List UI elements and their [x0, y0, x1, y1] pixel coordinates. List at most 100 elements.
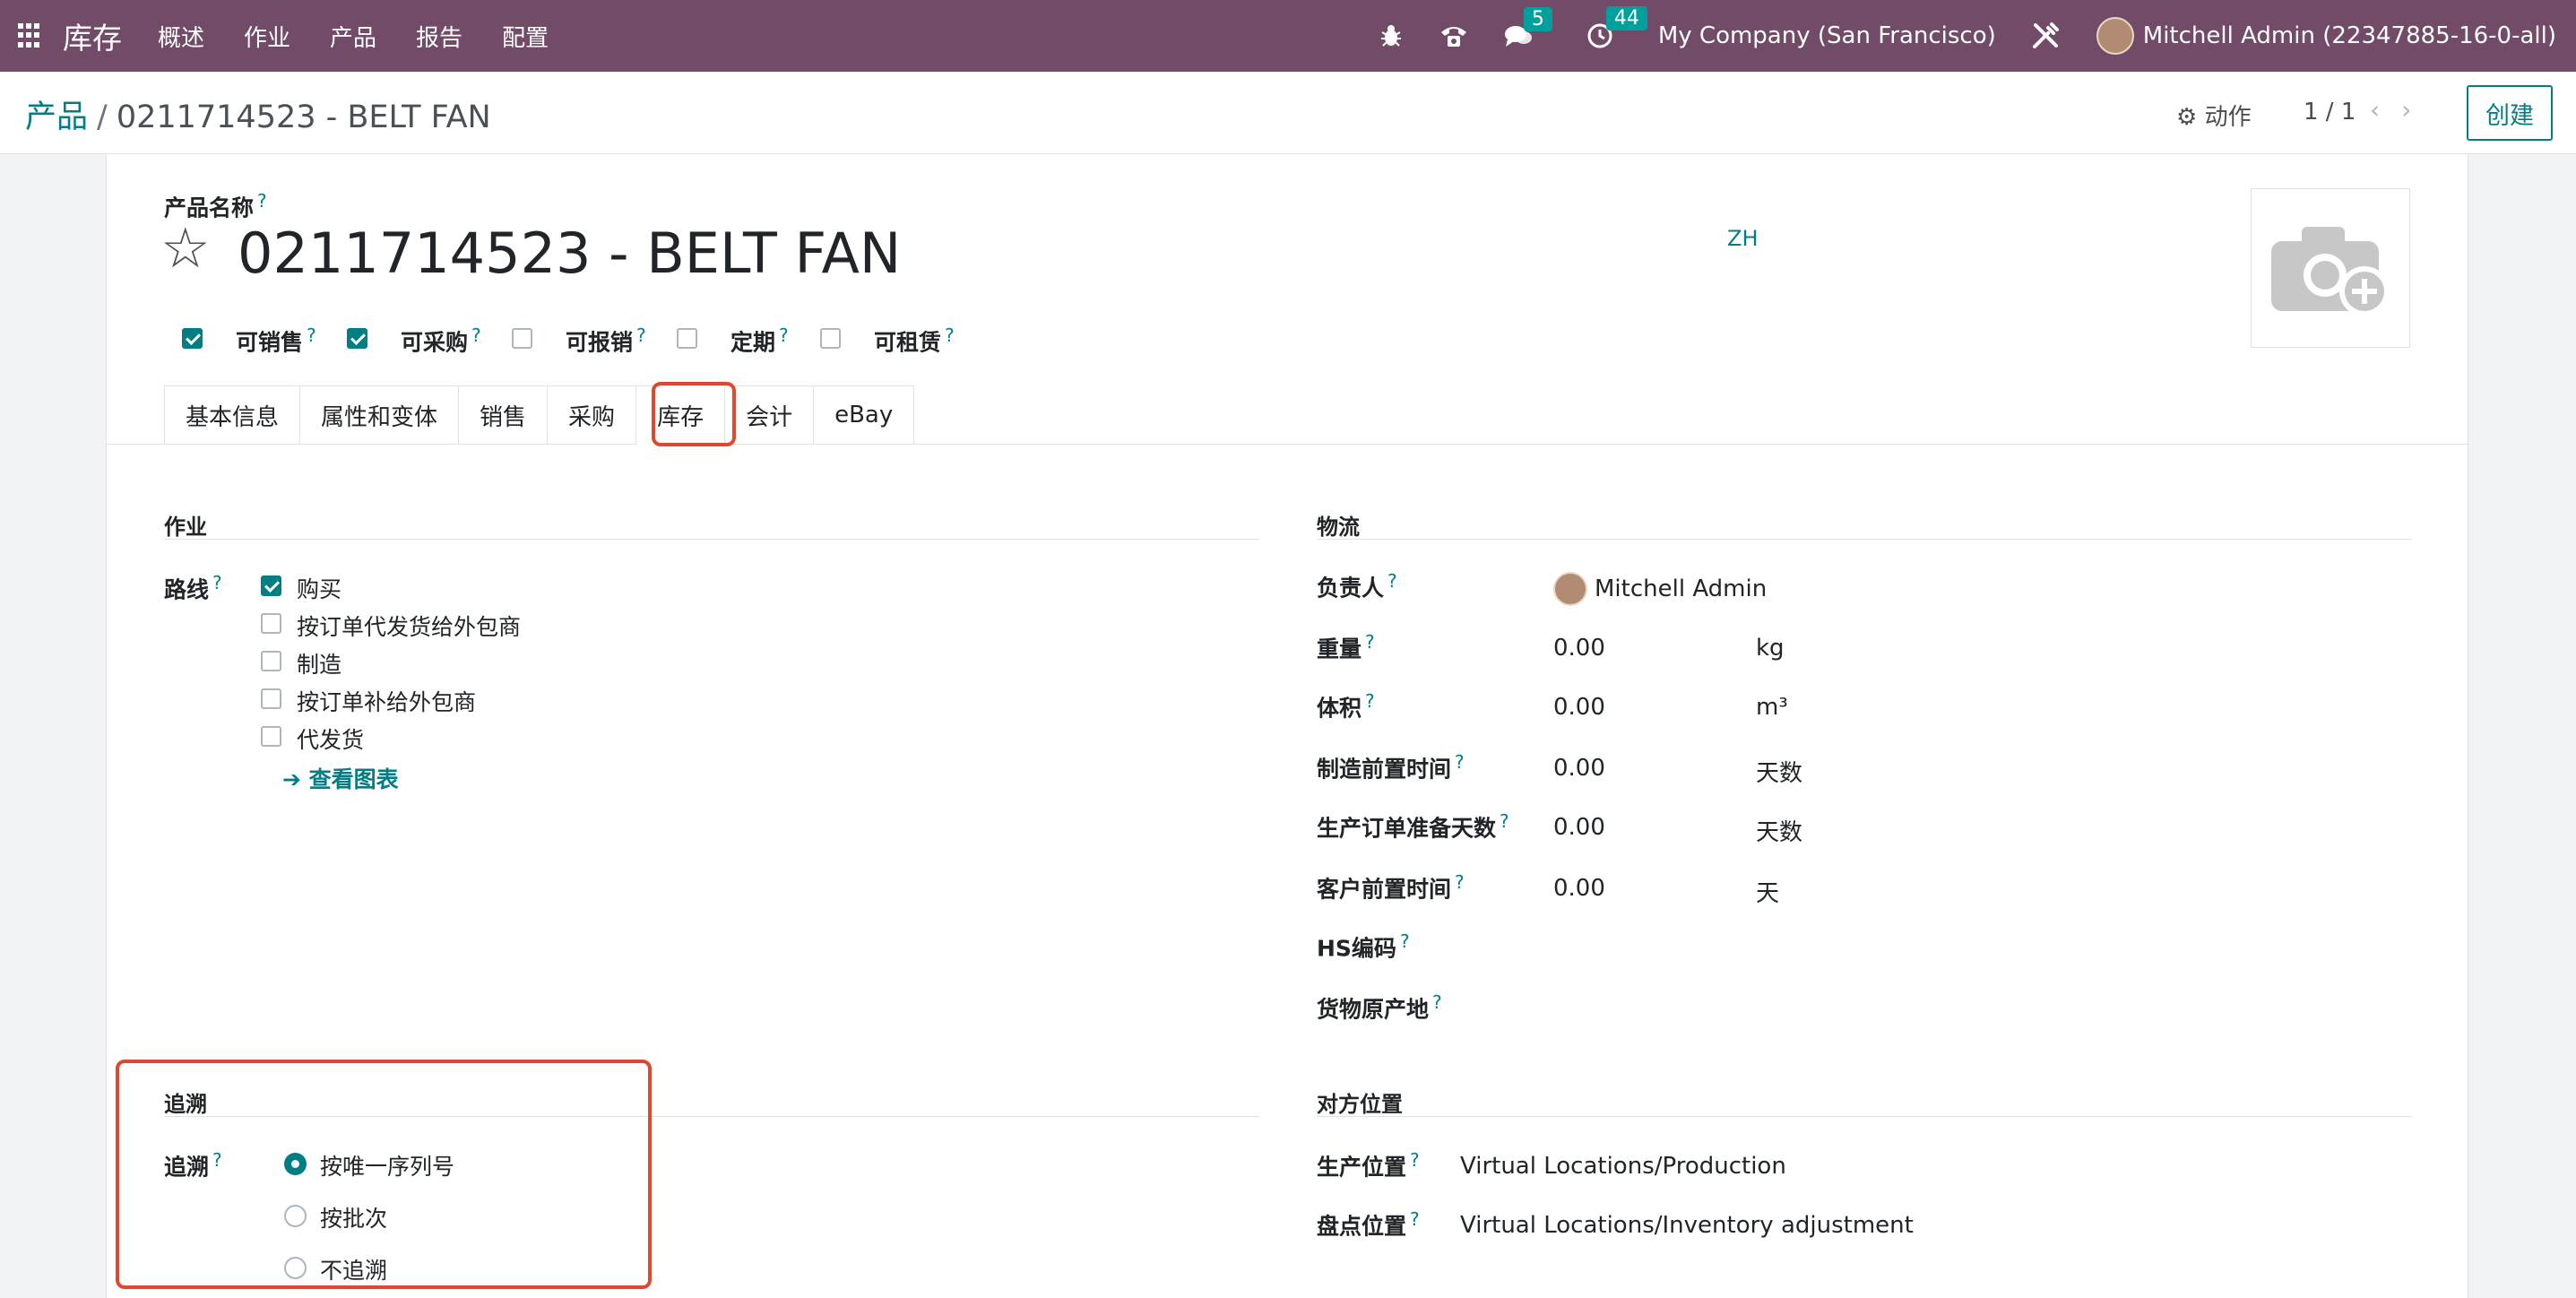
menu-reporting[interactable]: 报告 [416, 20, 462, 53]
responsible-field[interactable]: Mitchell Admin [1595, 575, 1767, 602]
product-name-field[interactable]: 0211714523 - BELT FAN [238, 221, 901, 286]
form-sheet: 产品名称? ☆ 0211714523 - BELT FAN ZH 可销售? 可采… [106, 154, 2469, 1298]
responsible-label: 负责人? [1317, 570, 1397, 601]
activities-badge: 44 [1605, 6, 1647, 30]
tab-purchase[interactable]: 采购 [547, 385, 636, 445]
notebook-tabs: 基本信息 属性和变体 销售 采购 库存 会计 eBay [164, 385, 915, 445]
messages-icon[interactable]: 5 [1504, 7, 1552, 48]
inventory-location-label: 盘点位置? [1317, 1208, 1420, 1240]
manufacturing-lead-label: 制造前置时间? [1317, 751, 1465, 783]
weight-label: 重量? [1317, 631, 1375, 662]
purchase-ok-label: 可采购? [401, 324, 481, 356]
debug-bug-icon[interactable] [1379, 23, 1404, 48]
user-avatar[interactable] [2096, 17, 2134, 55]
prep-days-unit: 天数 [1756, 819, 1803, 846]
menu-operations[interactable]: 作业 [244, 20, 290, 53]
pager-arrows: ‹› [2370, 95, 2433, 125]
counterpart-rule [1317, 1116, 2412, 1117]
hs-code-field[interactable] [1553, 930, 2091, 963]
weight-unit: kg [1756, 635, 1785, 662]
prep-days-label: 生产订单准备天数? [1317, 810, 1509, 842]
top-navbar: 库存 概述 作业 产品 报告 配置 5 44 My Company (San F… [0, 0, 2576, 72]
route-dropship-label: 代发货 [297, 727, 365, 753]
language-button[interactable]: ZH [1727, 226, 1759, 251]
prep-days-field[interactable]: 0.00 [1553, 814, 1605, 841]
route-dropship-subcontractor-label: 按订单代发货给外包商 [297, 614, 522, 640]
route-resupply-subcontractor-checkbox[interactable] [261, 688, 281, 709]
actions-label: 动作 [2204, 104, 2252, 131]
volume-field[interactable]: 0.00 [1553, 694, 1605, 721]
rent-ok-checkbox[interactable] [820, 328, 841, 349]
breadcrumb-products-link[interactable]: 产品 [25, 100, 88, 135]
origin-country-field[interactable] [1553, 991, 2091, 1024]
control-panel: 产品/0211714523 - BELT FAN ⚙ 动作 1 / 1 ‹› 创… [0, 72, 2576, 154]
tab-sales[interactable]: 销售 [458, 385, 548, 445]
menu-products[interactable]: 产品 [330, 20, 376, 53]
recurring-label: 定期? [730, 324, 789, 356]
route-manufacture-checkbox[interactable] [261, 651, 281, 671]
activity-clock-icon[interactable]: 44 [1586, 6, 1647, 49]
routes-label: 路线? [164, 572, 222, 603]
tab-general-info[interactable]: 基本信息 [164, 385, 300, 445]
origin-country-label: 货物原产地? [1317, 991, 1442, 1023]
route-resupply-subcontractor-label: 按订单补给外包商 [297, 689, 477, 715]
breadcrumb-current: 0211714523 - BELT FAN [116, 100, 491, 135]
customer-lead-field[interactable]: 0.00 [1553, 875, 1605, 902]
app-brand[interactable]: 库存 [63, 14, 122, 57]
tab-accounting[interactable]: 会计 [724, 385, 814, 445]
operations-section-title: 作业 [164, 515, 207, 540]
volume-unit: m³ [1756, 694, 1788, 721]
recurring-checkbox[interactable] [677, 328, 697, 349]
company-switcher[interactable]: My Company (San Francisco) [1658, 22, 1996, 49]
inventory-location-field[interactable]: Virtual Locations/Inventory adjustment [1460, 1212, 1914, 1239]
pager-value[interactable]: 1 / 1 [2304, 99, 2356, 125]
view-diagram-link[interactable]: ➔ 查看图表 [282, 762, 399, 794]
arrow-right-icon: ➔ [282, 766, 309, 792]
production-location-field[interactable]: Virtual Locations/Production [1460, 1153, 1786, 1180]
operations-rule [164, 539, 1259, 540]
help-icon[interactable]: ? [257, 190, 267, 212]
chevron-right-icon[interactable]: › [2401, 95, 2433, 125]
sale-ok-label: 可销售? [236, 324, 316, 356]
manufacturing-lead-unit: 天数 [1756, 760, 1803, 787]
route-manufacture-label: 制造 [297, 652, 342, 678]
apps-menu-icon[interactable] [18, 23, 43, 48]
customer-lead-label: 客户前置时间? [1317, 871, 1465, 903]
inventory-tab-highlight [652, 382, 736, 446]
logistics-rule [1317, 539, 2412, 540]
production-location-label: 生产位置? [1317, 1149, 1420, 1181]
sale-ok-checkbox[interactable] [182, 328, 203, 349]
traceability-highlight [116, 1060, 652, 1289]
route-dropship-checkbox[interactable] [261, 726, 281, 747]
rent-ok-label: 可租赁? [874, 324, 955, 356]
actions-dropdown[interactable]: ⚙ 动作 [2176, 99, 2252, 132]
camera-add-icon [2271, 227, 2390, 316]
settings-tools-icon[interactable] [2030, 21, 2061, 51]
hs-code-label: HS编码? [1317, 930, 1410, 962]
route-dropship-subcontractor-checkbox[interactable] [261, 613, 281, 634]
expense-label: 可报销? [566, 324, 646, 356]
create-button[interactable]: 创建 [2467, 85, 2553, 141]
logistics-section-title: 物流 [1317, 515, 1360, 540]
breadcrumb: 产品/0211714523 - BELT FAN [25, 100, 491, 135]
customer-lead-unit: 天 [1756, 880, 1780, 907]
favorite-star-icon[interactable]: ☆ [160, 215, 211, 281]
messages-badge: 5 [1523, 7, 1552, 31]
product-image-upload[interactable] [2251, 188, 2410, 348]
counterpart-section-title: 对方位置 [1317, 1092, 1403, 1117]
manufacturing-lead-field[interactable]: 0.00 [1553, 755, 1605, 782]
purchase-ok-checkbox[interactable] [347, 328, 367, 349]
expense-checkbox[interactable] [512, 328, 532, 349]
tab-ebay[interactable]: eBay [813, 385, 915, 445]
responsible-avatar [1553, 572, 1587, 606]
route-buy-checkbox[interactable] [261, 575, 281, 596]
gear-icon: ⚙ [2176, 104, 2198, 131]
phone-icon[interactable] [1439, 23, 1468, 48]
user-menu[interactable]: Mitchell Admin (22347885-16-0-all) [2143, 22, 2556, 49]
menu-configuration[interactable]: 配置 [502, 20, 549, 53]
chevron-left-icon[interactable]: ‹ [2370, 95, 2401, 125]
tab-attributes-variants[interactable]: 属性和变体 [299, 385, 459, 445]
weight-field[interactable]: 0.00 [1553, 635, 1605, 662]
menu-overview[interactable]: 概述 [158, 20, 204, 53]
volume-label: 体积? [1317, 690, 1375, 722]
